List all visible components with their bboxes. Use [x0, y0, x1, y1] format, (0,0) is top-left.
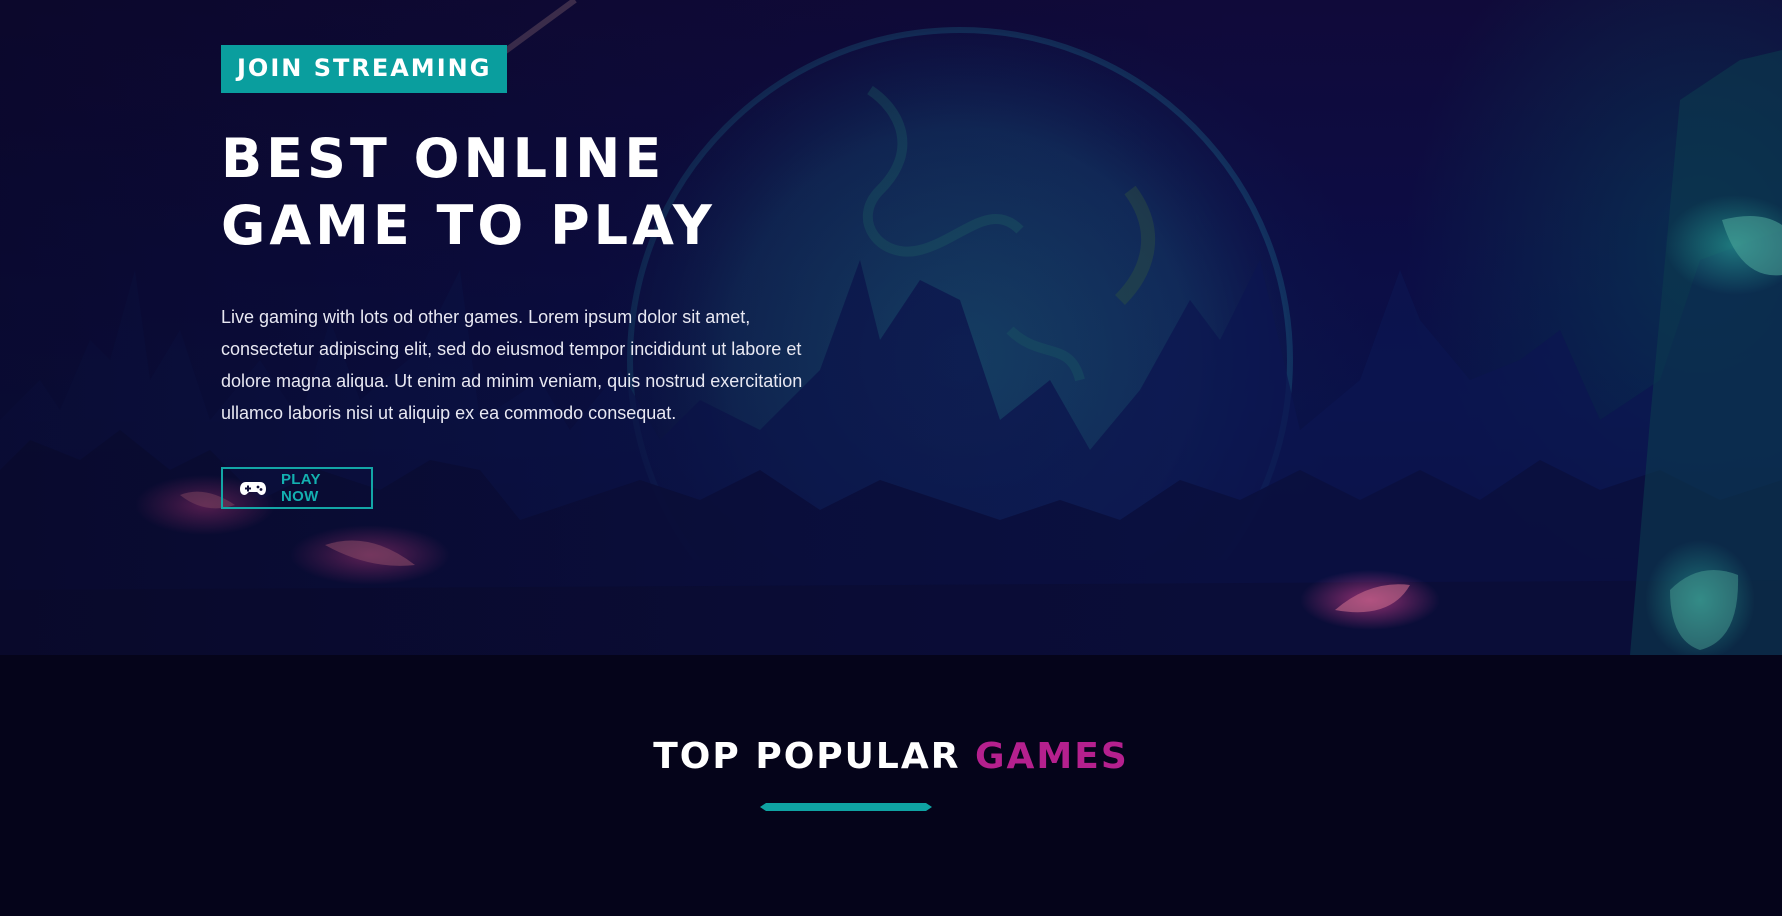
page: JOIN STREAMING BEST ONLINE GAME TO PLAY … — [0, 0, 1782, 916]
popular-heading-part1: TOP POPULAR — [653, 736, 961, 777]
play-now-label: PLAY NOW — [281, 471, 321, 505]
hero-content: JOIN STREAMING BEST ONLINE GAME TO PLAY … — [221, 45, 861, 509]
hero-title-line-1: BEST ONLINE — [221, 127, 666, 190]
popular-games-heading: TOP POPULAR GAMES — [0, 735, 1782, 779]
hero-description: Live gaming with lots od other games. Lo… — [221, 307, 803, 423]
hero-section: JOIN STREAMING BEST ONLINE GAME TO PLAY … — [0, 0, 1782, 655]
popular-heading-part2: GAMES — [975, 736, 1129, 777]
join-streaming-badge: JOIN STREAMING — [221, 45, 508, 93]
popular-games-section: TOP POPULAR GAMES — [0, 655, 1782, 916]
gamepad-icon — [239, 479, 267, 497]
hero-title: BEST ONLINE GAME TO PLAY — [221, 125, 861, 259]
heading-divider — [760, 803, 932, 811]
play-now-button[interactable]: PLAY NOW — [221, 467, 373, 509]
hero-title-line-2: GAME TO PLAY — [221, 194, 716, 257]
